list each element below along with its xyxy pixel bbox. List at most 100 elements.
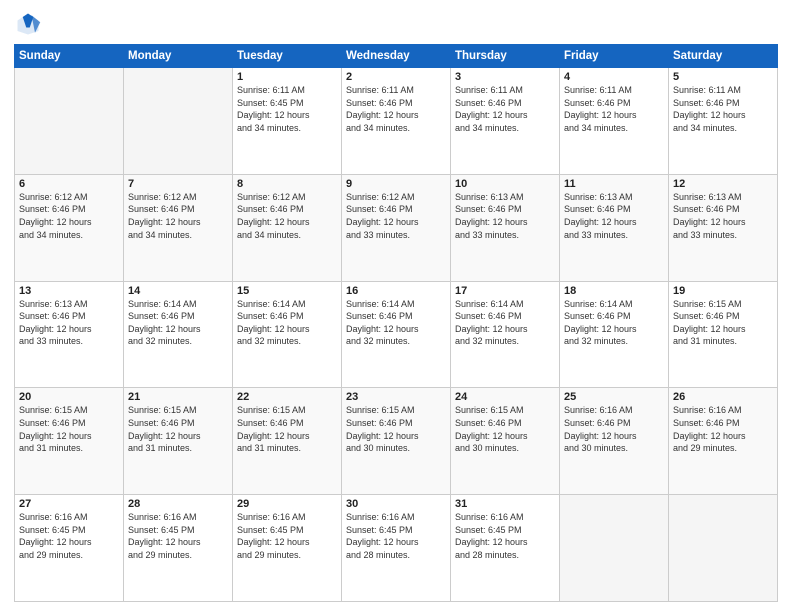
day-info: Sunrise: 6:15 AM Sunset: 6:46 PM Dayligh… xyxy=(455,404,555,454)
day-info: Sunrise: 6:16 AM Sunset: 6:46 PM Dayligh… xyxy=(673,404,773,454)
calendar-cell: 9Sunrise: 6:12 AM Sunset: 6:46 PM Daylig… xyxy=(342,174,451,281)
day-info: Sunrise: 6:16 AM Sunset: 6:45 PM Dayligh… xyxy=(237,511,337,561)
weekday-header-row: SundayMondayTuesdayWednesdayThursdayFrid… xyxy=(15,45,778,68)
day-info: Sunrise: 6:14 AM Sunset: 6:46 PM Dayligh… xyxy=(564,298,664,348)
calendar-cell: 24Sunrise: 6:15 AM Sunset: 6:46 PM Dayli… xyxy=(451,388,560,495)
day-number: 26 xyxy=(673,391,773,403)
calendar-cell: 3Sunrise: 6:11 AM Sunset: 6:46 PM Daylig… xyxy=(451,68,560,175)
day-info: Sunrise: 6:11 AM Sunset: 6:46 PM Dayligh… xyxy=(346,84,446,134)
day-info: Sunrise: 6:15 AM Sunset: 6:46 PM Dayligh… xyxy=(346,404,446,454)
day-number: 20 xyxy=(19,391,119,403)
day-number: 24 xyxy=(455,391,555,403)
logo-icon xyxy=(14,10,42,38)
day-number: 7 xyxy=(128,178,228,190)
day-number: 25 xyxy=(564,391,664,403)
week-row-3: 13Sunrise: 6:13 AM Sunset: 6:46 PM Dayli… xyxy=(15,281,778,388)
week-row-1: 1Sunrise: 6:11 AM Sunset: 6:45 PM Daylig… xyxy=(15,68,778,175)
calendar-cell: 5Sunrise: 6:11 AM Sunset: 6:46 PM Daylig… xyxy=(669,68,778,175)
day-number: 18 xyxy=(564,285,664,297)
day-info: Sunrise: 6:13 AM Sunset: 6:46 PM Dayligh… xyxy=(564,191,664,241)
day-info: Sunrise: 6:13 AM Sunset: 6:46 PM Dayligh… xyxy=(455,191,555,241)
day-number: 3 xyxy=(455,71,555,83)
day-info: Sunrise: 6:16 AM Sunset: 6:46 PM Dayligh… xyxy=(564,404,664,454)
day-number: 8 xyxy=(237,178,337,190)
weekday-header-thursday: Thursday xyxy=(451,45,560,68)
day-number: 17 xyxy=(455,285,555,297)
calendar-cell: 11Sunrise: 6:13 AM Sunset: 6:46 PM Dayli… xyxy=(560,174,669,281)
day-number: 29 xyxy=(237,498,337,510)
day-number: 4 xyxy=(564,71,664,83)
calendar-cell: 20Sunrise: 6:15 AM Sunset: 6:46 PM Dayli… xyxy=(15,388,124,495)
calendar-cell: 30Sunrise: 6:16 AM Sunset: 6:45 PM Dayli… xyxy=(342,495,451,602)
calendar-cell: 4Sunrise: 6:11 AM Sunset: 6:46 PM Daylig… xyxy=(560,68,669,175)
calendar-cell xyxy=(15,68,124,175)
calendar-cell: 25Sunrise: 6:16 AM Sunset: 6:46 PM Dayli… xyxy=(560,388,669,495)
day-number: 10 xyxy=(455,178,555,190)
calendar-cell: 13Sunrise: 6:13 AM Sunset: 6:46 PM Dayli… xyxy=(15,281,124,388)
calendar-cell: 16Sunrise: 6:14 AM Sunset: 6:46 PM Dayli… xyxy=(342,281,451,388)
weekday-header-sunday: Sunday xyxy=(15,45,124,68)
day-number: 1 xyxy=(237,71,337,83)
day-number: 12 xyxy=(673,178,773,190)
day-number: 2 xyxy=(346,71,446,83)
calendar-cell xyxy=(669,495,778,602)
calendar-cell: 2Sunrise: 6:11 AM Sunset: 6:46 PM Daylig… xyxy=(342,68,451,175)
day-info: Sunrise: 6:12 AM Sunset: 6:46 PM Dayligh… xyxy=(19,191,119,241)
day-info: Sunrise: 6:14 AM Sunset: 6:46 PM Dayligh… xyxy=(128,298,228,348)
weekday-header-wednesday: Wednesday xyxy=(342,45,451,68)
calendar-cell: 18Sunrise: 6:14 AM Sunset: 6:46 PM Dayli… xyxy=(560,281,669,388)
calendar-table: SundayMondayTuesdayWednesdayThursdayFrid… xyxy=(14,44,778,602)
day-info: Sunrise: 6:16 AM Sunset: 6:45 PM Dayligh… xyxy=(19,511,119,561)
day-number: 31 xyxy=(455,498,555,510)
day-number: 22 xyxy=(237,391,337,403)
calendar-cell: 14Sunrise: 6:14 AM Sunset: 6:46 PM Dayli… xyxy=(124,281,233,388)
day-info: Sunrise: 6:11 AM Sunset: 6:46 PM Dayligh… xyxy=(455,84,555,134)
day-number: 21 xyxy=(128,391,228,403)
weekday-header-saturday: Saturday xyxy=(669,45,778,68)
day-number: 23 xyxy=(346,391,446,403)
calendar-cell: 31Sunrise: 6:16 AM Sunset: 6:45 PM Dayli… xyxy=(451,495,560,602)
logo xyxy=(14,10,46,38)
day-info: Sunrise: 6:11 AM Sunset: 6:45 PM Dayligh… xyxy=(237,84,337,134)
calendar-cell: 15Sunrise: 6:14 AM Sunset: 6:46 PM Dayli… xyxy=(233,281,342,388)
day-info: Sunrise: 6:13 AM Sunset: 6:46 PM Dayligh… xyxy=(19,298,119,348)
calendar-cell: 19Sunrise: 6:15 AM Sunset: 6:46 PM Dayli… xyxy=(669,281,778,388)
calendar-cell: 26Sunrise: 6:16 AM Sunset: 6:46 PM Dayli… xyxy=(669,388,778,495)
day-info: Sunrise: 6:14 AM Sunset: 6:46 PM Dayligh… xyxy=(237,298,337,348)
day-number: 16 xyxy=(346,285,446,297)
week-row-2: 6Sunrise: 6:12 AM Sunset: 6:46 PM Daylig… xyxy=(15,174,778,281)
calendar-cell: 1Sunrise: 6:11 AM Sunset: 6:45 PM Daylig… xyxy=(233,68,342,175)
day-info: Sunrise: 6:16 AM Sunset: 6:45 PM Dayligh… xyxy=(455,511,555,561)
day-info: Sunrise: 6:14 AM Sunset: 6:46 PM Dayligh… xyxy=(455,298,555,348)
day-info: Sunrise: 6:14 AM Sunset: 6:46 PM Dayligh… xyxy=(346,298,446,348)
day-info: Sunrise: 6:12 AM Sunset: 6:46 PM Dayligh… xyxy=(237,191,337,241)
week-row-4: 20 Sunrise: 6:15 AM Sunset: 6:46 PM Dayli… xyxy=(15,388,778,495)
week-row-5: 27Sunrise: 6:16 AM Sunset: 6:45 PM Dayli… xyxy=(15,495,778,602)
day-info: Sunrise: 6:16 AM Sunset: 6:45 PM Dayligh… xyxy=(346,511,446,561)
day-number: 9 xyxy=(346,178,446,190)
day-number: 14 xyxy=(128,285,228,297)
calendar-cell: 21Sunrise: 6:15 AM Sunset: 6:46 PM Dayli… xyxy=(124,388,233,495)
day-number: 6 xyxy=(19,178,119,190)
header xyxy=(14,10,778,38)
calendar-cell: 7Sunrise: 6:12 AM Sunset: 6:46 PM Daylig… xyxy=(124,174,233,281)
calendar-cell: 23Sunrise: 6:15 AM Sunset: 6:46 PM Dayli… xyxy=(342,388,451,495)
day-number: 13 xyxy=(19,285,119,297)
weekday-header-monday: Monday xyxy=(124,45,233,68)
day-info: Sunrise: 6:12 AM Sunset: 6:46 PM Dayligh… xyxy=(128,191,228,241)
calendar-cell: 27Sunrise: 6:16 AM Sunset: 6:45 PM Dayli… xyxy=(15,495,124,602)
calendar-cell: 28Sunrise: 6:16 AM Sunset: 6:45 PM Dayli… xyxy=(124,495,233,602)
day-number: 5 xyxy=(673,71,773,83)
day-number: 28 xyxy=(128,498,228,510)
day-number: 15 xyxy=(237,285,337,297)
calendar-cell: 8Sunrise: 6:12 AM Sunset: 6:46 PM Daylig… xyxy=(233,174,342,281)
calendar-cell: 12Sunrise: 6:13 AM Sunset: 6:46 PM Dayli… xyxy=(669,174,778,281)
page: SundayMondayTuesdayWednesdayThursdayFrid… xyxy=(0,0,792,612)
day-number: 19 xyxy=(673,285,773,297)
day-info: Sunrise: 6:13 AM Sunset: 6:46 PM Dayligh… xyxy=(673,191,773,241)
calendar-cell: 6Sunrise: 6:12 AM Sunset: 6:46 PM Daylig… xyxy=(15,174,124,281)
calendar-cell: 29Sunrise: 6:16 AM Sunset: 6:45 PM Dayli… xyxy=(233,495,342,602)
calendar-cell: 10Sunrise: 6:13 AM Sunset: 6:46 PM Dayli… xyxy=(451,174,560,281)
weekday-header-friday: Friday xyxy=(560,45,669,68)
day-info: Sunrise: 6:15 AM Sunset: 6:46 PM Dayligh… xyxy=(673,298,773,348)
